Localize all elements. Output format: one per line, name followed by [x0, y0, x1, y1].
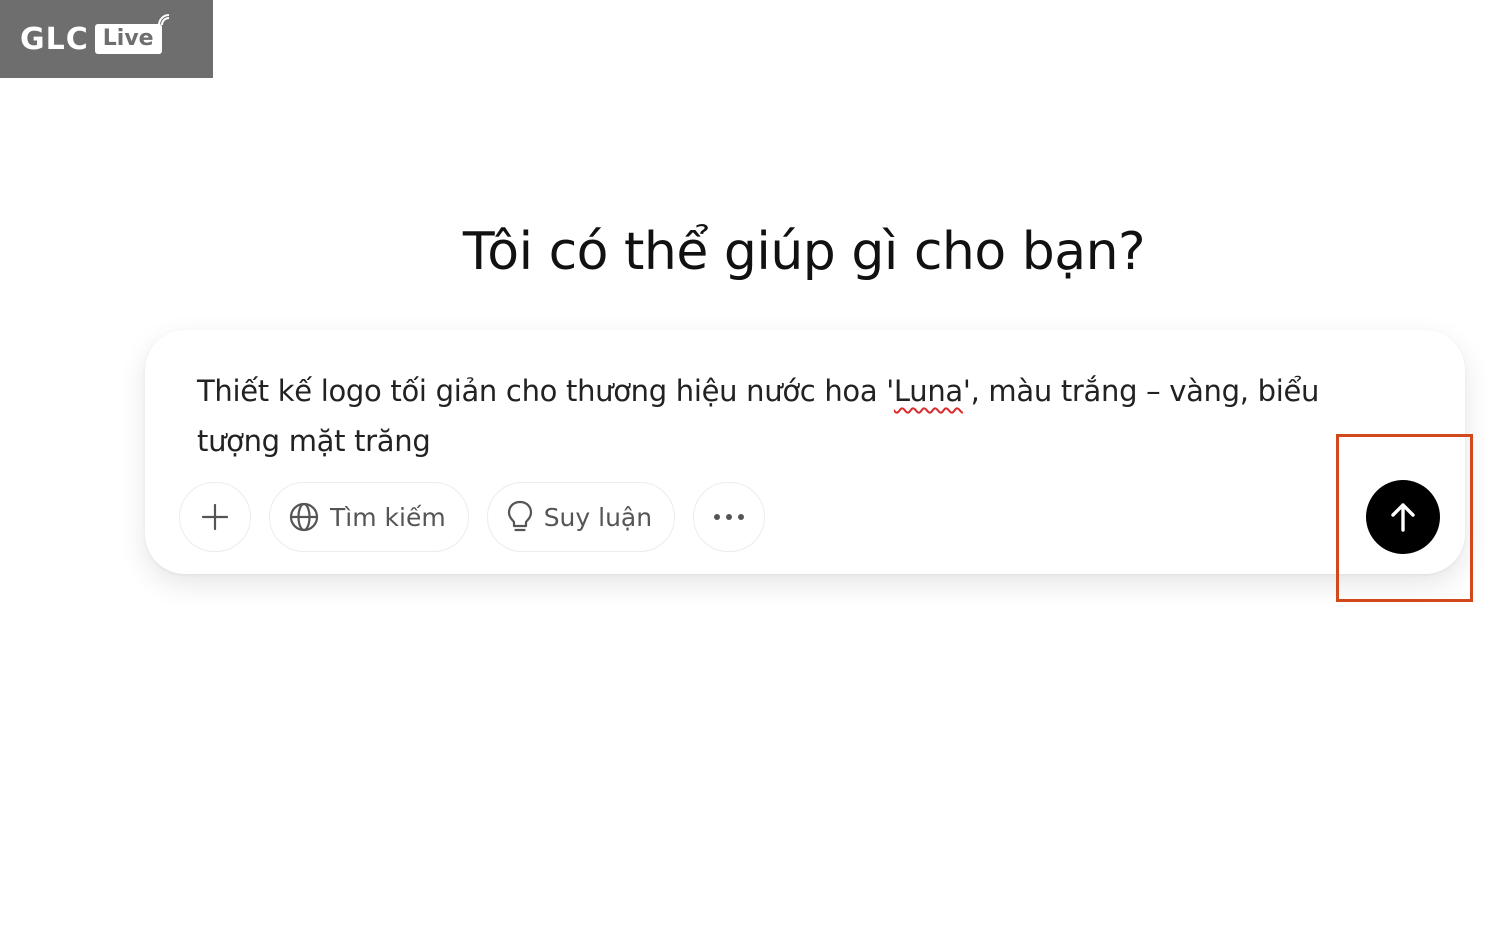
prompt-input[interactable]: Thiết kế logo tối giản cho thương hiệu n…: [197, 366, 1367, 466]
search-button-label: Tìm kiếm: [330, 502, 446, 532]
page-title: Tôi có thể giúp gì cho bạn?: [462, 222, 1146, 282]
misspelled-word: Luna: [893, 374, 963, 408]
watermark-badge-label: Live: [102, 26, 154, 51]
add-attachment-button[interactable]: [179, 482, 251, 552]
prompt-text-start: Thiết kế logo tối giản cho thương hiệu n…: [197, 374, 894, 408]
plus-icon: [200, 502, 230, 532]
prompt-composer: Thiết kế logo tối giản cho thương hiệu n…: [145, 330, 1465, 574]
search-button[interactable]: Tìm kiếm: [269, 482, 469, 552]
signal-icon: [157, 14, 169, 26]
more-options-button[interactable]: [693, 482, 766, 552]
reasoning-button[interactable]: Suy luận: [486, 482, 676, 552]
watermark-brand: GLC: [20, 21, 89, 57]
glc-live-watermark-logo: GLC Live: [0, 0, 213, 78]
lightbulb-icon: [506, 500, 534, 534]
more-horizontal-icon: [712, 512, 746, 522]
page: GLC Live Tôi có thể giúp gì cho bạn? Thi…: [0, 0, 1500, 950]
globe-icon: [288, 501, 320, 533]
reasoning-button-label: Suy luận: [543, 502, 653, 532]
watermark-badge: Live: [94, 14, 169, 54]
send-button-highlight-annotation: [1336, 434, 1473, 602]
composer-toolbar: Tìm kiếm Suy luận: [179, 482, 766, 552]
